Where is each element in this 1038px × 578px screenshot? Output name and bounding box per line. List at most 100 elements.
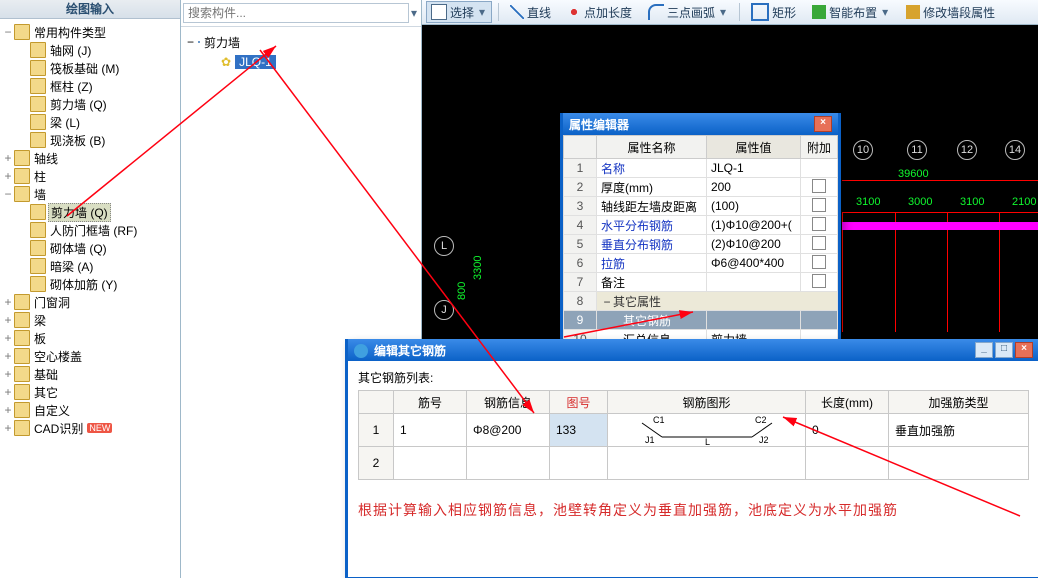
tree-collapse-icon[interactable]: − (2, 187, 14, 201)
tree-expand-icon[interactable]: + (2, 349, 14, 363)
tree-node[interactable]: 常用构件类型 (32, 24, 108, 41)
cell-length[interactable]: 0 (806, 414, 889, 447)
tool-line[interactable]: 直线 (505, 1, 556, 23)
tree-node[interactable]: 人防门框墙 (RF) (48, 222, 139, 239)
tree-expand-icon[interactable]: + (2, 313, 14, 327)
separator (739, 3, 740, 21)
gridline (999, 212, 1000, 332)
tree-node[interactable]: 板 (32, 330, 48, 347)
tree-node[interactable]: 框柱 (Z) (48, 78, 95, 95)
tree-node[interactable]: 门窗洞 (32, 294, 72, 311)
separator (498, 3, 499, 21)
tree-node[interactable]: 梁 (32, 312, 48, 329)
prop-category[interactable]: 其它属性 (613, 295, 661, 309)
tree-expand-icon[interactable]: + (2, 169, 14, 183)
gridline (947, 212, 948, 332)
leaf-icon (30, 276, 46, 292)
steel-list-label: 其它钢筋列表: (358, 369, 1029, 386)
checkbox[interactable] (812, 255, 826, 269)
cell-shape[interactable]: C1 C2 J1 J2 L (608, 414, 806, 447)
tool-label: 三点画弧 (667, 4, 715, 21)
tree-expand-icon[interactable]: + (2, 367, 14, 381)
checkbox[interactable] (812, 198, 826, 212)
tree-expand-icon[interactable]: + (2, 403, 14, 417)
tree-node[interactable]: 自定义 (32, 402, 72, 419)
tool-select[interactable]: 选择▾ (426, 1, 492, 23)
tree-expand-icon[interactable]: + (2, 421, 14, 435)
tool-rect[interactable]: 矩形 (746, 1, 801, 23)
tool-smart[interactable]: 智能布置▾ (807, 1, 895, 23)
chevron-down-icon[interactable]: ▾ (880, 5, 890, 19)
leaf-icon (30, 42, 46, 58)
maximize-icon[interactable]: □ (995, 342, 1013, 358)
tree-node[interactable]: 砌体墙 (Q) (48, 240, 109, 257)
col-header: 附加 (801, 136, 838, 159)
window-titlebar[interactable]: 编辑其它钢筋 _ □ × (348, 339, 1038, 361)
tree-node[interactable]: 轴线 (32, 150, 60, 167)
tree-node[interactable]: 墙 (32, 186, 48, 203)
cell-type[interactable]: 垂直加强筋 (889, 414, 1029, 447)
leaf-icon (30, 222, 46, 238)
checkbox[interactable] (812, 217, 826, 231)
prop-value[interactable]: (1)Φ10@200+( (706, 216, 800, 235)
prop-name-selected[interactable]: 其它钢筋 (597, 311, 707, 330)
minimize-icon[interactable]: _ (975, 342, 993, 358)
gridline (842, 212, 843, 332)
edit-icon (906, 5, 920, 19)
checkbox[interactable] (812, 274, 826, 288)
cell-fig-no[interactable]: 133 (550, 414, 608, 447)
tree-collapse-icon[interactable]: − (187, 35, 194, 49)
search-input[interactable] (183, 3, 409, 23)
checkbox[interactable] (812, 179, 826, 193)
tree-expand-icon[interactable]: + (2, 331, 14, 345)
prop-name: 厚度(mm) (597, 178, 707, 197)
prop-value[interactable]: Φ6@400*400 (706, 254, 800, 273)
tree-node[interactable]: 柱 (32, 168, 48, 185)
prop-value[interactable] (706, 311, 800, 330)
tree-node[interactable]: 暗梁 (A) (48, 258, 95, 275)
prop-value[interactable]: (100) (706, 197, 800, 216)
tree-node[interactable]: 砌体加筋 (Y) (48, 276, 119, 293)
cell-info[interactable]: Φ8@200 (467, 414, 550, 447)
tool-arc3[interactable]: 三点画弧▾ (643, 1, 733, 23)
tree-collapse-icon[interactable]: − (2, 25, 14, 39)
tree-collapse-icon[interactable]: − (601, 295, 613, 309)
checkbox[interactable] (812, 236, 826, 250)
left-panel-title: 绘图输入 (0, 0, 180, 19)
prop-value[interactable]: 200 (706, 178, 800, 197)
tree-node[interactable]: 筏板基础 (M) (48, 60, 121, 77)
chevron-down-icon[interactable]: ▾ (477, 5, 487, 19)
window-titlebar[interactable]: 属性编辑器 × (563, 113, 838, 135)
tree-node[interactable]: CAD识别 (32, 420, 85, 437)
cell-num[interactable]: 1 (394, 414, 467, 447)
prop-value[interactable] (706, 273, 800, 292)
close-icon[interactable]: × (1015, 342, 1033, 358)
tree-node[interactable]: 轴网 (J) (48, 42, 93, 59)
wall-segment[interactable] (842, 222, 1038, 230)
tree-node[interactable]: 梁 (L) (48, 114, 82, 131)
prop-value[interactable]: JLQ-1 (706, 159, 800, 178)
prop-name: 垂直分布钢筋 (597, 235, 707, 254)
tree-expand-icon[interactable]: + (2, 151, 14, 165)
tree-expand-icon[interactable]: + (2, 385, 14, 399)
prop-value[interactable]: (2)Φ10@200 (706, 235, 800, 254)
search-dropdown-icon[interactable]: ▾ (409, 6, 419, 20)
mid-tree-item-selected[interactable]: JLQ-1 (235, 55, 276, 69)
close-icon[interactable]: × (814, 116, 832, 132)
arc-icon (648, 4, 664, 20)
tool-point-extend[interactable]: 点加长度 (562, 1, 637, 23)
gridline (842, 212, 1038, 213)
tree-node[interactable]: 剪力墙 (Q) (48, 96, 109, 113)
tree-node[interactable]: 基础 (32, 366, 60, 383)
tree-node[interactable]: 空心楼盖 (32, 348, 84, 365)
tree-node[interactable]: 现浇板 (B) (48, 132, 107, 149)
point-icon (567, 5, 581, 19)
mid-tree-root[interactable]: 剪力墙 (204, 34, 240, 51)
tree-node-selected[interactable]: 剪力墙 (Q) (48, 203, 111, 222)
col-header: 属性值 (706, 136, 800, 159)
tree-expand-icon[interactable]: + (2, 295, 14, 309)
tool-edit-seg[interactable]: 修改墙段属性 (901, 1, 1000, 23)
dimension-text: 3100 (960, 196, 984, 208)
tree-node[interactable]: 其它 (32, 384, 60, 401)
chevron-down-icon[interactable]: ▾ (718, 5, 728, 19)
